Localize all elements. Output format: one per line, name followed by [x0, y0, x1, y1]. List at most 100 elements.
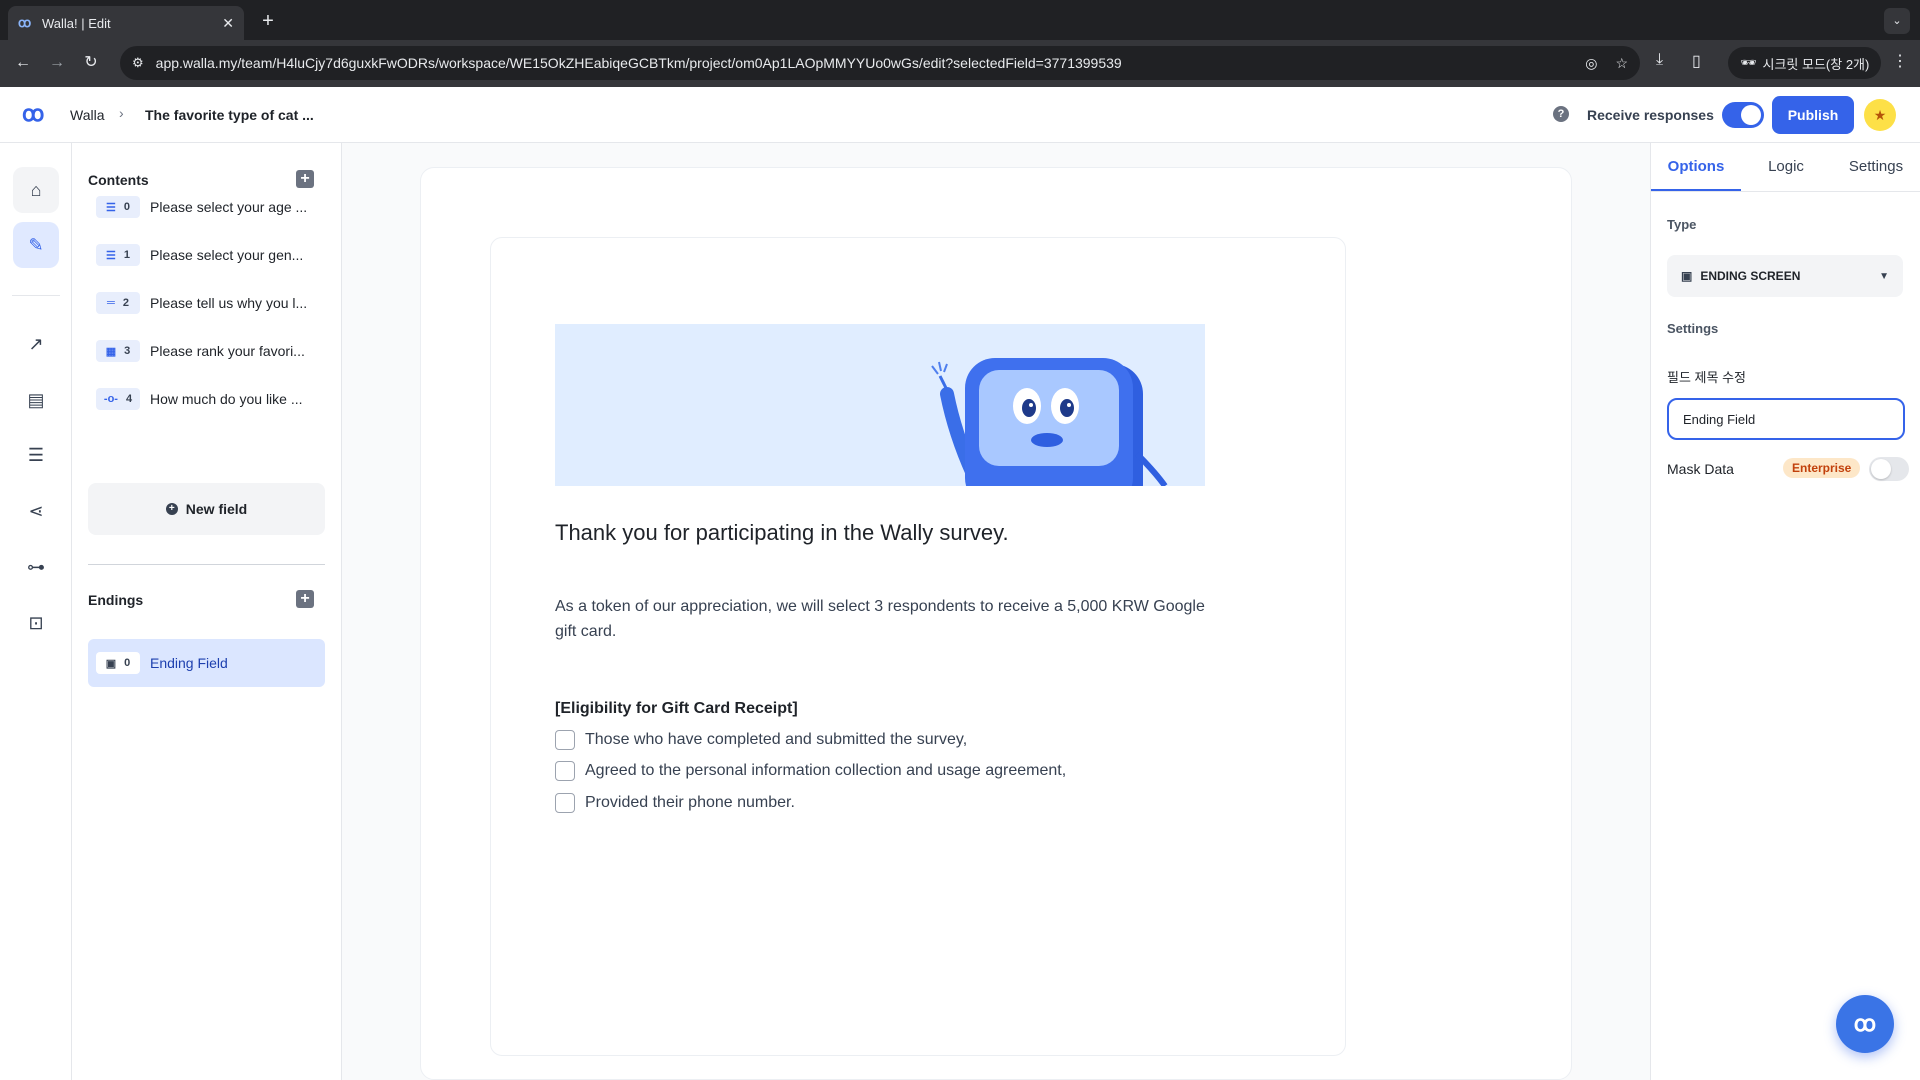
- field-badge: ☰ 0: [96, 196, 140, 218]
- caret-down-icon: ▼: [1879, 270, 1889, 282]
- list-item[interactable]: -o- 4 How much do you like ...: [88, 377, 325, 421]
- address-bar[interactable]: ⚙ app.walla.my/team/H4luCjy7d6guxkFwODRs…: [120, 46, 1640, 80]
- checkbox[interactable]: [555, 730, 575, 750]
- clipboard-icon: ▣: [105, 657, 117, 670]
- criteria-item: Provided their phone number.: [555, 793, 795, 813]
- waving-mascot-icon: [931, 358, 1168, 486]
- field-title-label: 필드 제목 수정: [1667, 370, 1746, 385]
- checkbox[interactable]: [555, 793, 575, 813]
- field-badge: ▦ 3: [96, 340, 140, 362]
- browser-menu-icon[interactable]: ⋮: [1892, 51, 1908, 71]
- incognito-indicator[interactable]: 🕶 시크릿 모드(창 2개): [1728, 47, 1882, 79]
- tab-logic[interactable]: Logic: [1741, 143, 1831, 191]
- eligibility-heading: [Eligibility for Gift Card Receipt]: [555, 700, 798, 717]
- criteria-item: Those who have completed and submitted t…: [555, 730, 967, 750]
- home-icon[interactable]: ⌂: [13, 167, 59, 213]
- field-badge: ═ 2: [96, 292, 140, 314]
- type-select[interactable]: ▣ ENDING SCREEN ▼: [1667, 255, 1903, 297]
- incognito-label: 시크릿 모드(창 2개): [1762, 56, 1870, 72]
- rewards-icon[interactable]: ⊡: [13, 600, 59, 646]
- edit-icon[interactable]: ✎: [13, 222, 59, 268]
- walla-logo-icon[interactable]: ꝏ: [22, 101, 44, 127]
- help-icon[interactable]: ?: [1553, 106, 1569, 122]
- reload-icon[interactable]: ↻: [78, 50, 104, 76]
- checkbox[interactable]: [555, 761, 575, 781]
- rail-divider: [12, 295, 60, 296]
- avatar[interactable]: ★: [1864, 99, 1896, 131]
- new-field-label: New field: [185, 501, 248, 517]
- url-text: app.walla.my/team/H4luCjy7d6guxkFwODRs/w…: [155, 55, 1122, 71]
- responses-icon[interactable]: ☰: [13, 432, 59, 478]
- field-label: Ending Field: [150, 655, 228, 671]
- list-icon: ☰: [106, 249, 116, 262]
- list-item[interactable]: ☰ 0 Please select your age ...: [88, 185, 325, 229]
- criteria-label: Those who have completed and submitted t…: [585, 731, 968, 748]
- side-panel-icon[interactable]: ▯: [1692, 51, 1701, 71]
- text-icon: ═: [107, 297, 115, 309]
- back-arrow-icon[interactable]: ←: [10, 50, 36, 76]
- tab-options[interactable]: Options: [1651, 143, 1741, 191]
- clipboard-icon: ▣: [1681, 269, 1693, 283]
- ending-item[interactable]: ▣ 0 Ending Field: [88, 639, 325, 687]
- criteria-label: Provided their phone number.: [585, 794, 795, 811]
- criteria-label: Agreed to the personal information colle…: [585, 762, 1067, 779]
- document-icon[interactable]: ▤: [13, 377, 59, 423]
- integrations-icon[interactable]: ⊶: [13, 544, 59, 590]
- field-label: Please select your gen...: [150, 247, 304, 263]
- field-label: Please rank your favori...: [150, 343, 305, 359]
- list-icon: ☰: [106, 201, 116, 214]
- browser-tab[interactable]: ꝏ Walla! | Edit ✕: [8, 6, 244, 40]
- field-label: Please tell us why you l...: [150, 295, 308, 311]
- left-rail: ⌂ ✎ ↗ ▤ ☰ ⋖ ⊶ ⊡: [0, 143, 72, 1080]
- browser-toolbar: ← → ↻ ⚙ app.walla.my/team/H4luCjy7d6guxk…: [0, 40, 1920, 87]
- tab-title: Walla! | Edit: [42, 15, 111, 31]
- tab-divider: [1651, 191, 1920, 192]
- field-title-input[interactable]: [1667, 398, 1905, 440]
- eye-off-icon[interactable]: ◎: [1585, 55, 1597, 72]
- add-ending-icon[interactable]: +: [296, 590, 314, 608]
- editor-canvas: Thank you for participating in the Wally…: [342, 143, 1650, 1080]
- settings-label: Settings: [1667, 321, 1719, 336]
- walla-chat-button[interactable]: ꝏ: [1836, 995, 1894, 1053]
- close-tab-icon[interactable]: ✕: [222, 15, 234, 32]
- field-label: How much do you like ...: [150, 391, 303, 407]
- breadcrumb-project[interactable]: The favorite type of cat ...: [145, 107, 314, 123]
- ending-title[interactable]: Thank you for participating in the Wally…: [555, 520, 1009, 546]
- receive-responses-label: Receive responses: [1587, 107, 1714, 123]
- field-badge: -o- 4: [96, 388, 140, 410]
- browser-tabbar: ꝏ Walla! | Edit ✕ + ⌄: [0, 0, 1920, 40]
- forward-arrow-icon[interactable]: →: [44, 50, 70, 76]
- list-item[interactable]: ═ 2 Please tell us why you l...: [88, 281, 325, 325]
- chevron-right-icon: ›: [119, 105, 124, 121]
- list-item[interactable]: ▦ 3 Please rank your favori...: [88, 329, 325, 373]
- share-icon[interactable]: ⋖: [13, 488, 59, 534]
- field-badge: ☰ 1: [96, 244, 140, 266]
- app-header: ꝏ Walla › The favorite type of cat ... ?…: [0, 87, 1920, 143]
- site-info-icon[interactable]: ⚙: [132, 55, 144, 71]
- tab-settings[interactable]: Settings: [1831, 143, 1920, 191]
- walla-favicon-icon: ꝏ: [18, 15, 32, 30]
- ending-screen-card[interactable]: Thank you for participating in the Wally…: [490, 237, 1346, 1056]
- endings-title: Endings: [88, 592, 144, 608]
- publish-button[interactable]: Publish: [1772, 96, 1854, 134]
- mask-data-label: Mask Data: [1667, 461, 1734, 477]
- download-icon[interactable]: ⤓: [1656, 51, 1663, 69]
- receive-responses-toggle[interactable]: [1722, 102, 1764, 128]
- ending-banner-image: [555, 324, 1205, 486]
- mask-data-toggle[interactable]: [1869, 457, 1909, 481]
- bookmark-star-icon[interactable]: ☆: [1615, 55, 1628, 72]
- tab-search-icon[interactable]: ⌄: [1884, 8, 1910, 34]
- type-label: Type: [1667, 217, 1697, 232]
- field-label: Please select your age ...: [150, 199, 308, 215]
- toggle-knob: [1741, 105, 1761, 125]
- incognito-icon: 🕶: [1740, 55, 1757, 70]
- new-field-button[interactable]: + New field: [88, 483, 325, 535]
- analytics-icon[interactable]: ↗: [13, 321, 59, 367]
- grid-icon: ▦: [105, 345, 117, 358]
- toggle-knob: [1871, 459, 1891, 479]
- plus-circle-icon: +: [165, 503, 178, 515]
- ending-description[interactable]: As a token of our appreciation, we will …: [555, 594, 1215, 644]
- list-item[interactable]: ☰ 1 Please select your gen...: [88, 233, 325, 277]
- breadcrumb-workspace[interactable]: Walla: [70, 107, 105, 123]
- new-tab-button[interactable]: +: [254, 8, 282, 36]
